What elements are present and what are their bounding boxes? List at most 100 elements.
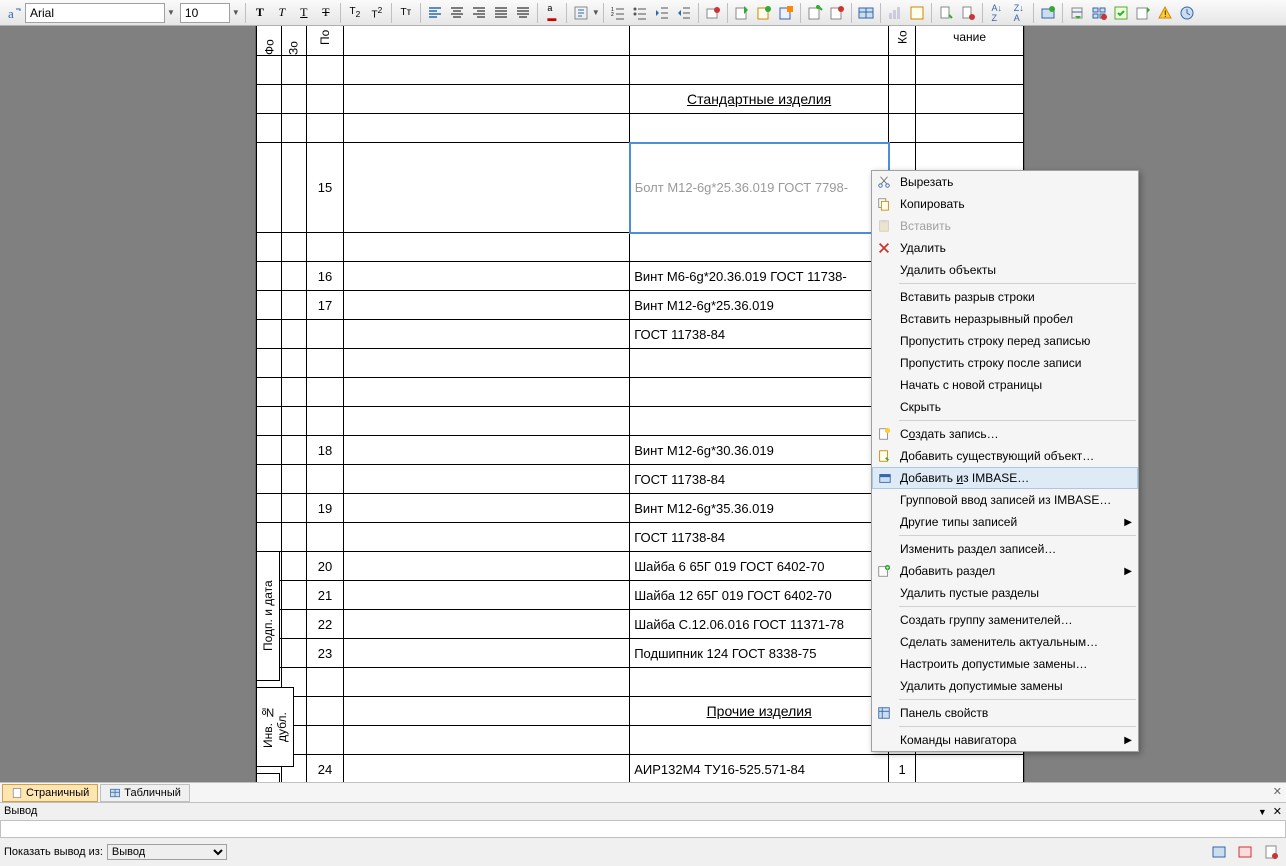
section-header: Стандартные изделия <box>630 85 889 114</box>
sort-asc-button[interactable]: A↓Z <box>986 2 1008 24</box>
output-tool-2[interactable] <box>1234 841 1256 863</box>
insert-special-button[interactable] <box>570 2 592 24</box>
font-color-button[interactable]: a▬ <box>541 2 563 24</box>
strike-button[interactable]: T <box>315 2 337 24</box>
ctx-navigator[interactable]: Команды навигатора▶ <box>872 729 1138 751</box>
sort-desc-button[interactable]: Z↓A <box>1008 2 1030 24</box>
ctx-add-existing[interactable]: Добавить существующий объект… <box>872 445 1138 467</box>
new-record-icon <box>876 426 892 442</box>
close-tabs-icon[interactable]: ✕ <box>1273 785 1282 798</box>
case-button[interactable]: Tт <box>395 2 417 24</box>
tool-d-button[interactable] <box>906 2 928 24</box>
ctx-insert-nbsp[interactable]: Вставить неразрывный пробел <box>872 308 1138 330</box>
col-header: Ко <box>889 26 916 56</box>
bullet-list-button[interactable] <box>629 2 651 24</box>
ctx-delete-objects[interactable]: Удалить объекты <box>872 259 1138 281</box>
ctx-make-subst-actual[interactable]: Сделать заменитель актуальным… <box>872 631 1138 653</box>
output-label: Показать вывод из: <box>4 846 103 858</box>
font-icon[interactable]: a <box>3 2 25 24</box>
bold-button[interactable]: T <box>249 2 271 24</box>
ctx-delete[interactable]: Удалить <box>872 237 1138 259</box>
superscript-button[interactable]: T2 <box>366 2 388 24</box>
col-header <box>630 26 889 56</box>
col-header <box>344 26 630 56</box>
output-tool-1[interactable] <box>1208 841 1230 863</box>
editing-cell[interactable]: Болт М12-6g*25.36.019 ГОСТ 7798- <box>630 143 889 233</box>
ctx-add-section[interactable]: +Добавить раздел▶ <box>872 560 1138 582</box>
col-header: чание <box>916 26 1024 56</box>
align-distribute-button[interactable] <box>512 2 534 24</box>
dropdown-icon[interactable]: ▼ <box>1258 807 1267 817</box>
ctx-change-section[interactable]: Изменить раздел записей… <box>872 538 1138 560</box>
col-header: Зо <box>281 26 306 56</box>
output-source-select[interactable]: Вывод <box>107 844 227 860</box>
outdent-button[interactable] <box>651 2 673 24</box>
delete-icon <box>876 240 892 256</box>
tool-a-button[interactable] <box>702 2 724 24</box>
tool-h-button[interactable] <box>1176 2 1198 24</box>
tool-g2-button[interactable] <box>1088 2 1110 24</box>
ctx-properties[interactable]: Панель свойств <box>872 702 1138 724</box>
ctx-create-subst-group[interactable]: Создать группу заменителей… <box>872 609 1138 631</box>
svg-text:+: + <box>886 565 890 572</box>
output-tool-3[interactable] <box>1260 841 1282 863</box>
tool-b2-button[interactable] <box>753 2 775 24</box>
submenu-arrow-icon: ▶ <box>1124 517 1132 528</box>
align-right-button[interactable] <box>468 2 490 24</box>
ctx-paste: Вставить <box>872 215 1138 237</box>
tool-g1-button[interactable] <box>1066 2 1088 24</box>
tool-b1-button[interactable] <box>731 2 753 24</box>
properties-icon <box>876 705 892 721</box>
ctx-insert-linebreak[interactable]: Вставить разрыв строки <box>872 286 1138 308</box>
chart-button[interactable] <box>884 2 906 24</box>
ctx-delete-subst[interactable]: Удалить допустимые замены <box>872 675 1138 697</box>
ctx-config-subst[interactable]: Настроить допустимые замены… <box>872 653 1138 675</box>
cut-icon <box>876 174 892 190</box>
italic-button[interactable]: T <box>271 2 293 24</box>
tool-b3-button[interactable] <box>775 2 797 24</box>
add-object-icon <box>876 448 892 464</box>
ctx-delete-empty[interactable]: Удалить пустые разделы <box>872 582 1138 604</box>
tab-page-mode[interactable]: Страничный <box>2 784 98 802</box>
ctx-group-imbase[interactable]: Групповой ввод записей из IMBASE… <box>872 489 1138 511</box>
tool-c1-button[interactable] <box>804 2 826 24</box>
ctx-hide[interactable]: Скрыть <box>872 396 1138 418</box>
paste-icon <box>876 218 892 234</box>
numbered-list-button[interactable]: 12 <box>607 2 629 24</box>
ctx-cut[interactable]: Вырезать <box>872 171 1138 193</box>
side-label: Инв. № дубл. <box>257 687 294 767</box>
tab-table-mode[interactable]: Табличный <box>100 784 190 802</box>
indent-button[interactable] <box>673 2 695 24</box>
view-tabs: Страничный Табличный ✕ <box>0 782 1286 802</box>
tool-e1-button[interactable] <box>935 2 957 24</box>
submenu-arrow-icon: ▶ <box>1124 566 1132 577</box>
side-label: Подп. и дата <box>257 551 280 681</box>
col-header: Фо <box>257 26 282 56</box>
ctx-copy[interactable]: Копировать <box>872 193 1138 215</box>
table-button[interactable] <box>855 2 877 24</box>
tool-g3-button[interactable] <box>1110 2 1132 24</box>
ctx-other-types[interactable]: Другие типы записей▶ <box>872 511 1138 533</box>
ctx-create-record[interactable]: Создать запись… <box>872 423 1138 445</box>
tool-f1-button[interactable] <box>1037 2 1059 24</box>
font-family-select[interactable] <box>25 3 165 23</box>
ctx-skip-after[interactable]: Пропустить строку после записи <box>872 352 1138 374</box>
output-panel-body <box>0 820 1286 838</box>
svg-text:2: 2 <box>611 12 614 18</box>
align-justify-button[interactable] <box>490 2 512 24</box>
imbase-icon <box>877 470 893 486</box>
warning-icon[interactable]: ! <box>1154 2 1176 24</box>
ctx-skip-before[interactable]: Пропустить строку перед записью <box>872 330 1138 352</box>
align-center-button[interactable] <box>446 2 468 24</box>
side-label: № <box>257 773 280 782</box>
tool-c2-button[interactable] <box>826 2 848 24</box>
ctx-new-page[interactable]: Начать с новой страницы <box>872 374 1138 396</box>
tool-g4-button[interactable] <box>1132 2 1154 24</box>
tool-e2-button[interactable] <box>957 2 979 24</box>
subscript-button[interactable]: T2 <box>344 2 366 24</box>
close-output-icon[interactable]: ✕ <box>1273 805 1282 818</box>
align-left-button[interactable] <box>424 2 446 24</box>
font-size-select[interactable] <box>180 3 230 23</box>
ctx-add-imbase[interactable]: Добавить из IMBASE… <box>872 467 1138 489</box>
underline-button[interactable]: T <box>293 2 315 24</box>
